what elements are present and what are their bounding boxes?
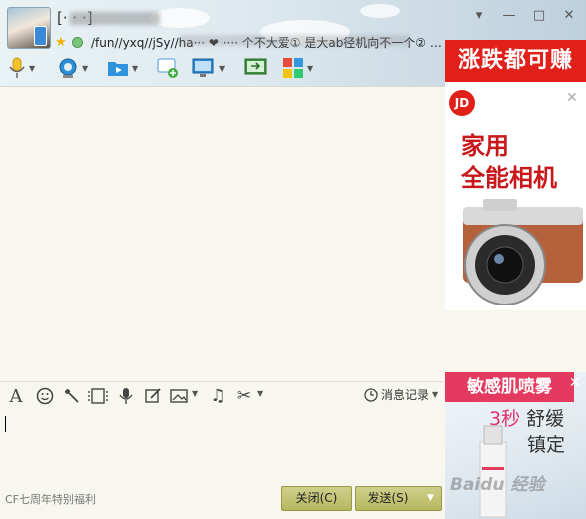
close-button[interactable]: 关闭(C) [281,486,352,511]
close-ad-icon[interactable]: ✕ [569,375,581,391]
font-icon: A [9,385,23,407]
ad-subtitle-line2: 镇定 [527,434,566,456]
pen-icon [145,388,161,403]
message-history-button[interactable]: 消息记录 ▼ [364,386,438,403]
message-input[interactable] [0,409,443,484]
maximize-button[interactable]: □ [530,8,548,24]
add-chat-icon [157,58,178,78]
blurred-signature [180,35,410,46]
camera-icon [59,58,77,78]
camera-ad[interactable]: 涨跌都可赚 JD ✕ 家用 全能相机 [445,40,586,310]
close-window-button[interactable]: ✕ [560,8,578,24]
text-cursor [5,416,6,432]
nudge-button[interactable] [62,386,82,406]
ad-title-line2: 全能相机 [461,164,557,192]
music-icon: ♫ [210,386,226,406]
watermark: Baidu 经验 [450,475,545,495]
screen-share-button[interactable] [244,56,268,80]
jd-logo: JD [449,90,475,116]
screenshot-dropdown-arrow[interactable]: ▼ [257,389,263,398]
history-dropdown-arrow: ▼ [432,390,439,399]
apps-button[interactable]: ▼ [282,56,313,80]
screenshot-button[interactable]: ✂ [234,386,254,406]
font-button[interactable]: A [6,385,26,407]
clock-icon [364,387,378,402]
voice-call-button[interactable]: ▼ [8,56,35,80]
send-options-dropdown[interactable]: ▼ [420,486,442,511]
film-button[interactable] [88,386,108,406]
close-ad-icon[interactable]: ✕ [566,90,578,106]
ad-subtitle-rest: 舒缓 [520,408,565,430]
image-icon [170,389,188,403]
music-button[interactable]: ♫ [208,386,228,406]
microphone-icon [9,57,25,78]
folder-icon [108,62,128,76]
shake-icon [64,388,79,403]
monitor-icon [192,58,214,77]
message-history-area[interactable] [0,87,443,380]
voice-message-button[interactable] [116,386,136,406]
video-call-button[interactable]: ▼ [57,56,88,80]
online-status-icon [72,37,83,48]
apps-icon [283,58,303,78]
blurred-name [70,12,160,25]
ad-banner-text: 敏感肌喷雾 [445,372,574,402]
film-icon [88,388,108,404]
smiley-icon [36,387,54,405]
share-screen-icon [244,58,267,75]
camera-image [463,199,583,305]
send-button[interactable]: 发送(S) [355,486,421,511]
spray-ad[interactable]: 敏感肌喷雾 ✕ 3秒 舒缓 镇定 [445,372,586,519]
emoji-button[interactable] [35,386,55,406]
promo-link[interactable]: CF七周年特别福利 [5,491,96,507]
send-file-button[interactable]: ▼ [107,56,138,80]
mic-icon [119,388,133,404]
menu-dropdown-button[interactable]: ▾ [470,8,488,24]
scissors-icon: ✂ [236,386,252,406]
mobile-device-icon [34,26,47,46]
avatar[interactable] [7,7,51,49]
message-history-label: 消息记录 [381,388,430,402]
ad-banner-text: 涨跌都可赚 [445,40,586,82]
remote-desktop-button[interactable]: ▼ [192,56,225,80]
star-icon[interactable]: ★ [55,35,67,50]
image-dropdown-arrow[interactable]: ▼ [192,389,198,398]
minimize-button[interactable]: — [500,8,518,24]
group-chat-button[interactable] [157,56,179,80]
doodle-button[interactable] [143,386,163,406]
ad-title-line1: 家用 [461,132,509,160]
image-button[interactable] [170,386,190,406]
